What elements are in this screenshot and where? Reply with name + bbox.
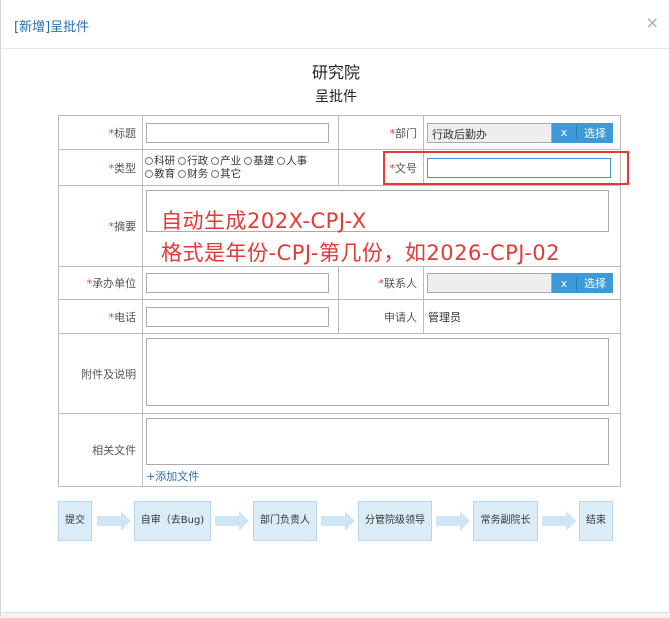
type-radio-qita[interactable]: 其它: [211, 168, 241, 181]
close-icon[interactable]: ×: [646, 13, 659, 32]
dialog-titlebar: [新增]呈批件 ×: [1, 0, 669, 49]
type-radio-keyan[interactable]: 科研: [145, 155, 175, 168]
phone-label: *电话: [57, 299, 144, 334]
title-input[interactable]: [146, 122, 330, 143]
attach-label: 附件及说明: [57, 333, 144, 414]
contact-field[interactable]: [426, 273, 552, 293]
summary-label: *摘要: [57, 185, 144, 267]
dialog: [新增]呈批件 × 研究院 呈批件 *标题 *部门 行政后勤办 x 选择 *类型: [0, 0, 670, 618]
contact-selector: x 选择: [426, 273, 620, 293]
flow-step-leader: 分管院级领导: [358, 501, 432, 541]
dialog-footer: [1, 612, 670, 618]
undertaker-label: *承办单位: [57, 266, 144, 300]
docno-input[interactable]: [426, 157, 611, 178]
type-radio-group: 科研 行政 产业 基建 人事 教育 财务 其它: [143, 155, 338, 181]
flow-step-vice-president: 常务副院长: [473, 501, 538, 541]
applicant-value: 管理员: [422, 299, 622, 334]
type-radio-jiaoyu[interactable]: 教育: [145, 168, 175, 181]
undertaker-input[interactable]: [146, 273, 330, 293]
contact-select-buttons: x 选择: [551, 273, 613, 293]
annotation-line-1: 自动生成202X-CPJ-X: [161, 209, 367, 233]
flow-step-selfcheck: 自审（去Bug): [134, 501, 211, 541]
dept-select-button[interactable]: 选择: [577, 125, 613, 141]
applicant-label: 申请人: [338, 299, 424, 334]
workflow: 提交 自审（去Bug) 部门负责人 分管院级领导 常务副院长 结束: [1, 501, 670, 543]
contact-clear-button[interactable]: x: [552, 276, 577, 290]
dept-select-buttons: x 选择: [551, 122, 613, 143]
type-radio-caiwu[interactable]: 财务: [178, 168, 208, 181]
type-radio-renshi[interactable]: 人事: [277, 155, 307, 168]
dept-label: *部门: [338, 115, 424, 150]
form-table: *标题 *部门 行政后勤办 x 选择 *类型 科研 行政 产业 基建 人事 教育 财务 其它: [57, 115, 622, 487]
type-radio-xingzheng[interactable]: 行政: [178, 155, 208, 168]
contact-label: *联系人: [338, 266, 424, 300]
annotation-line-2: 格式是年份-CPJ-第几份，如2026-CPJ-02: [161, 241, 561, 265]
phone-input[interactable]: [146, 306, 330, 327]
flow-step-dept-head: 部门负责人: [253, 501, 317, 541]
flow-step-submit: 提交: [58, 501, 92, 541]
related-label: 相关文件: [57, 413, 144, 487]
dept-selector: 行政后勤办 x 选择: [426, 122, 620, 143]
dept-clear-button[interactable]: x: [552, 126, 577, 139]
type-label: *类型: [57, 149, 144, 186]
add-file-link[interactable]: +添加文件: [146, 468, 617, 484]
org-name: 研究院: [311, 63, 360, 82]
attach-textarea[interactable]: [146, 338, 610, 406]
doc-type-title: 呈批件: [315, 89, 357, 105]
flow-step-end: 结束: [579, 501, 613, 541]
type-radio-jijian[interactable]: 基建: [244, 155, 274, 168]
dialog-title: [新增]呈批件: [14, 20, 90, 35]
related-files-box: [146, 418, 610, 465]
title-label: *标题: [57, 115, 144, 150]
docno-label: *文号: [338, 149, 424, 186]
dept-field[interactable]: 行政后勤办: [426, 122, 552, 143]
type-radio-chanye[interactable]: 产业: [211, 155, 241, 168]
contact-select-button[interactable]: 选择: [577, 275, 613, 291]
